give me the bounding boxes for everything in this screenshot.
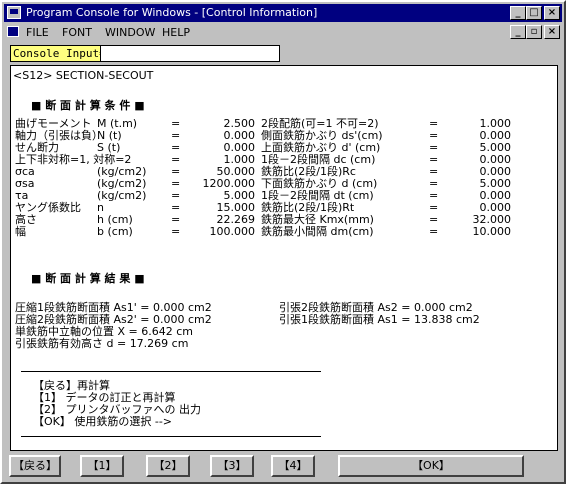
child-restore-button[interactable]: ▫ (526, 25, 542, 39)
app-icon[interactable] (7, 6, 21, 19)
menu-help[interactable]: HELP (162, 26, 190, 39)
condition-unit: b (cm) (97, 225, 133, 238)
console-output: <S12> SECTION-SECOUT ■ 断 面 計 算 条 件 ■ 曲げモ… (10, 65, 558, 451)
window-title: Program Console for Windows - [Control I… (26, 6, 318, 19)
separator-top (21, 371, 321, 372)
option-ok: 【OK】 使用鉄筋の選択 --> (33, 415, 173, 428)
condition-value: 10.000 (472, 225, 512, 238)
menu-bar: FILE FONT WINDOW HELP _ ▫ × (4, 23, 562, 41)
fkey-4-button[interactable]: 【4】 (271, 455, 315, 477)
document-icon[interactable] (7, 26, 19, 37)
child-close-button[interactable]: × (544, 25, 560, 39)
maximize-button[interactable]: □ (526, 6, 542, 20)
console-input-label: Console Input= (10, 45, 109, 62)
console-input[interactable] (100, 45, 280, 62)
condition-label: 鉄筋最小間隔 dm(cm) (261, 225, 374, 238)
menu-window[interactable]: WINDOW (105, 26, 155, 39)
condition-label: 幅 (15, 225, 26, 238)
fkey-ok-button[interactable]: 【OK】 (338, 455, 524, 477)
separator-bottom (21, 436, 321, 437)
console-bar: Console Input= (10, 44, 558, 64)
fkey-2-button[interactable]: 【2】 (146, 455, 190, 477)
results-title: ■ 断 面 計 算 結 果 ■ (31, 272, 145, 285)
menu-file[interactable]: FILE (26, 26, 49, 39)
fkey-1-button[interactable]: 【1】 (80, 455, 124, 477)
fkey-back-button[interactable]: 【戻る】 (9, 455, 61, 477)
condition-value: 100.000 (209, 225, 256, 238)
section-header: <S12> SECTION-SECOUT (13, 69, 154, 82)
minimize-button[interactable]: _ (510, 6, 526, 20)
fkey-3-button[interactable]: 【3】 (210, 455, 254, 477)
condition-equals: = (171, 225, 181, 238)
condition-unit: (kg/cm2) (97, 189, 147, 202)
menu-font[interactable]: FONT (62, 26, 92, 39)
child-minimize-button[interactable]: _ (510, 25, 526, 39)
result-d: 引張鉄筋有効高さ d = 17.269 cm (15, 337, 189, 350)
close-button[interactable]: × (544, 6, 560, 20)
title-bar[interactable]: Program Console for Windows - [Control I… (4, 4, 562, 22)
result-as1: 引張1段鉄筋断面積 As1 = 13.838 cm2 (279, 313, 480, 326)
condition-equals: = (429, 225, 439, 238)
app-window: Program Console for Windows - [Control I… (0, 0, 566, 484)
conditions-title: ■ 断 面 計 算 条 件 ■ (31, 99, 145, 112)
function-key-bar: 【戻る】 【1】 【2】 【3】 【4】 【OK】 (4, 453, 562, 480)
